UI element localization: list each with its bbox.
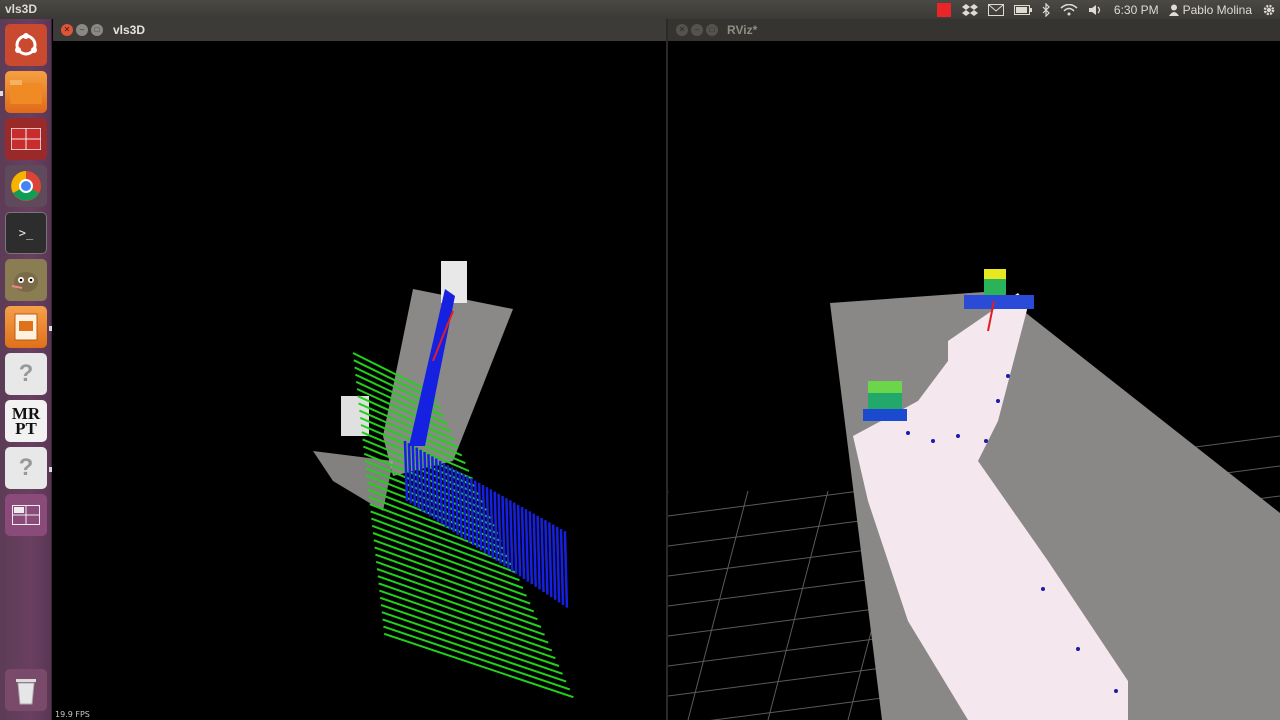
fps-counter: 19.9 FPS <box>55 710 90 719</box>
clock[interactable]: 6:30 PM <box>1114 0 1159 19</box>
vls3d-3d-viewport[interactable]: 19.9 FPS <box>53 41 666 720</box>
close-icon[interactable]: ✕ <box>676 24 688 36</box>
impress-icon[interactable] <box>5 306 47 348</box>
window-title: RViz* <box>727 23 758 37</box>
unknown-app-icon[interactable]: ? <box>5 353 47 395</box>
rviz-titlebar[interactable]: ✕ – □ RViz* <box>668 19 1280 41</box>
trash-icon[interactable] <box>5 669 47 711</box>
mrpt-icon[interactable]: MR PT <box>5 400 47 442</box>
user-menu[interactable]: Pablo Molina <box>1168 0 1252 19</box>
user-name: Pablo Molina <box>1182 2 1252 17</box>
bluetooth-icon[interactable] <box>1042 0 1050 19</box>
mail-icon[interactable] <box>987 0 1004 19</box>
active-app-title: vls3D <box>5 2 38 16</box>
record-indicator[interactable] <box>936 0 952 19</box>
indicator-area: 6:30 PM Pablo Molina <box>936 0 1276 19</box>
workspace-switcher-icon[interactable] <box>5 494 47 536</box>
minimize-icon[interactable]: – <box>691 24 703 36</box>
gimp-icon[interactable] <box>5 259 47 301</box>
rviz-window: ✕ – □ RViz* <box>668 19 1280 720</box>
vls3d-titlebar[interactable]: ✕ – □ vls3D <box>53 19 666 41</box>
unknown-app-icon[interactable]: ? <box>5 447 47 489</box>
volume-icon[interactable] <box>1088 0 1104 19</box>
maximize-icon[interactable]: □ <box>91 24 103 36</box>
user-icon <box>1168 4 1179 16</box>
top-panel: vls3D 6:30 PM Pablo Molina <box>0 0 1280 19</box>
battery-icon[interactable] <box>1013 0 1032 19</box>
wifi-icon[interactable] <box>1060 0 1078 19</box>
white-box-object <box>341 396 369 436</box>
mrpt-label: MR PT <box>11 404 41 438</box>
launcher: >_ ? MR PT ? <box>0 19 52 720</box>
maximize-icon[interactable]: □ <box>706 24 718 36</box>
dropbox-icon[interactable] <box>961 0 978 19</box>
vls3d-window: ✕ – □ vls3D 19.9 FPS <box>53 19 666 720</box>
ubuntu-dash-icon[interactable] <box>5 24 47 66</box>
chrome-icon[interactable] <box>5 165 47 207</box>
workspace-app-icon[interactable] <box>5 118 47 160</box>
rviz-3d-viewport[interactable] <box>668 41 1280 720</box>
close-icon[interactable]: ✕ <box>61 24 73 36</box>
window-title: vls3D <box>113 23 146 37</box>
terminal-icon[interactable]: >_ <box>5 212 47 254</box>
gear-icon[interactable] <box>1262 0 1276 19</box>
files-icon[interactable] <box>5 71 47 113</box>
minimize-icon[interactable]: – <box>76 24 88 36</box>
